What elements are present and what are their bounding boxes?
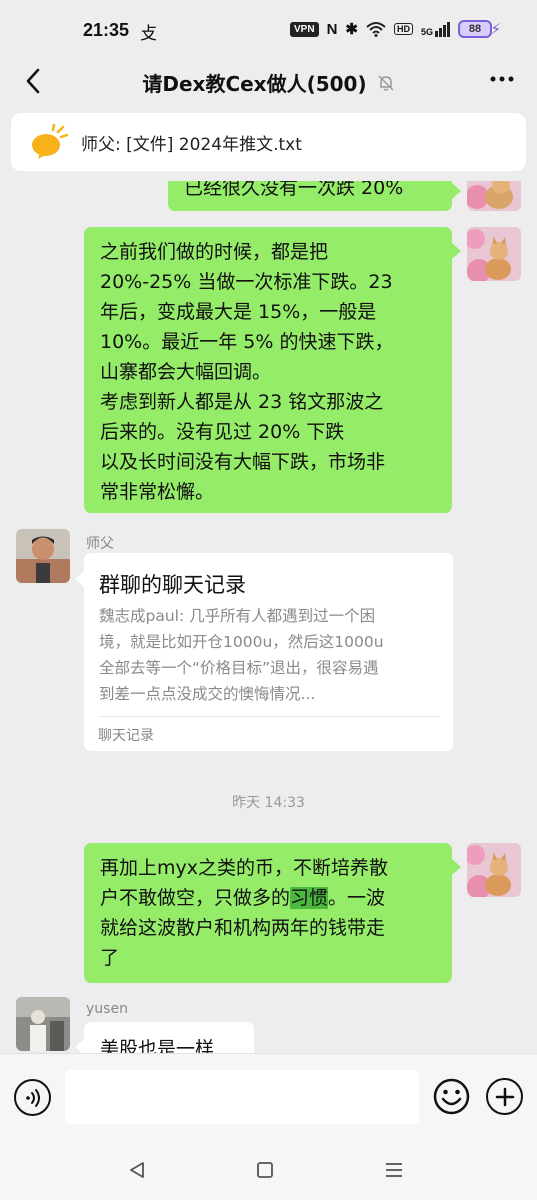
message-line: 再加上myx之类的币，不断培养散 — [100, 857, 388, 879]
bell-off-icon — [378, 74, 394, 91]
bluetooth-icon: ✱ — [345, 21, 358, 38]
message-bubble[interactable]: 之前我们做的时候，都是把 20%-25% 当做一次标准下跌。23 年后，变成最大… — [84, 227, 452, 513]
chat-record-title: 群聊的聊天记录 — [99, 573, 246, 597]
message-line: 20%-25% 当做一次标准下跌。23 — [100, 271, 393, 293]
message-line: 了 — [100, 947, 120, 969]
status-bar: 21:35 攴 VPN N ✱ HD 5G 88 ⚡ — [0, 0, 537, 60]
chat-record-preview: 魏志成paul: 几乎所有人都遇到过一个困 境，就是比如开仓1000u，然后这1… — [99, 603, 439, 707]
avatar[interactable] — [16, 529, 70, 583]
message-line: 山寨都会大幅回调。 — [100, 361, 272, 383]
menu-lines-icon — [386, 1163, 402, 1177]
chat-title-area[interactable]: 请Dex教Cex做人(500) — [0, 68, 537, 97]
chat-record-label: 聊天记录 — [98, 728, 154, 744]
divider — [98, 716, 439, 717]
home-square-icon — [257, 1162, 273, 1178]
message-line: 以及长时间没有大幅下跌，市场非 — [100, 451, 386, 473]
preview-line: 到差一点点没成交的懊悔情况... — [99, 685, 316, 703]
nav-home-button[interactable] — [252, 1157, 278, 1183]
message-bubble[interactable]: 再加上myx之类的币，不断培养散 户不敢做空，只做多的习惯。一波 就给这波散户和… — [84, 843, 452, 983]
avatar[interactable] — [467, 843, 521, 897]
more-icon — [490, 76, 514, 82]
highlighted-text[interactable]: 习惯 — [290, 887, 329, 909]
message-line: 常非常松懈。 — [100, 481, 215, 503]
message-segment: 户不敢做空，只做多的 — [100, 887, 291, 909]
hd-icon: HD — [393, 23, 413, 35]
nav-back-button[interactable] — [124, 1157, 150, 1183]
more-functions-button[interactable] — [486, 1078, 523, 1115]
message-text: 已经很久没有一次跌 20% — [184, 181, 404, 199]
message-bubble[interactable]: 美股也是一样 — [84, 1022, 254, 1053]
sender-name: 师父 — [86, 536, 114, 552]
wifi-icon — [366, 22, 386, 37]
system-nav-bar — [0, 1143, 537, 1200]
announcement-icon — [29, 122, 69, 162]
message-segment: 。一波 — [328, 887, 386, 909]
chat-title: 请Dex教Cex做人(500) — [142, 72, 367, 96]
input-bar — [0, 1053, 537, 1143]
vpn-icon: VPN — [290, 21, 319, 37]
message-line: 10%。最近一年 5% 的快速下跌， — [100, 331, 394, 353]
sender-name: yusen — [86, 1001, 128, 1017]
app-notification-icon: 攴 — [140, 24, 157, 44]
message-line: 之前我们做的时候，都是把 — [100, 241, 329, 263]
chat-area[interactable]: 已经很久没有一次跌 20% 之前我们做的时候，都是把 20%-25% 当做一次标… — [0, 181, 537, 1053]
nfc-icon: N — [326, 20, 338, 38]
message-line: 户不敢做空，只做多的习惯。一波 — [100, 883, 438, 913]
chat-header: 请Dex教Cex做人(500) — [0, 60, 537, 104]
voice-icon — [25, 1088, 40, 1107]
status-time: 21:35 — [83, 20, 130, 40]
plus-icon — [495, 1087, 514, 1106]
back-triangle-icon — [130, 1162, 144, 1178]
pinned-message[interactable]: 师父: [文件] 2024年推文.txt — [11, 113, 526, 171]
pinned-text: 师父: [文件] 2024年推文.txt — [81, 134, 302, 155]
avatar[interactable] — [16, 997, 70, 1051]
message-input[interactable] — [65, 1070, 419, 1124]
preview-line: 魏志成paul: 几乎所有人都遇到过一个困 — [99, 607, 376, 625]
more-button[interactable] — [489, 66, 515, 98]
bubble-tail — [452, 183, 461, 199]
message-line: 后来的。没有见过 20% 下跌 — [100, 421, 345, 443]
preview-line: 全部去等一个“价格目标”退出，很容易遇 — [99, 659, 379, 677]
battery-icon: 88 — [458, 20, 492, 38]
bubble-tail — [452, 243, 461, 259]
nav-recents-button[interactable] — [381, 1157, 407, 1183]
avatar[interactable] — [467, 227, 521, 281]
message-line: 就给这波散户和机构两年的钱带走 — [100, 917, 386, 939]
chat-record-card[interactable]: 群聊的聊天记录 魏志成paul: 几乎所有人都遇到过一个困 境，就是比如开仓10… — [84, 553, 453, 751]
message-line: 年后，变成最大是 15%，一般是 — [100, 301, 377, 323]
bubble-tail — [75, 1039, 84, 1053]
signal-icon: 5G — [420, 21, 450, 37]
message-line: 考虑到新人都是从 23 铭文那波之 — [100, 391, 384, 413]
message-text: 美股也是一样 — [100, 1038, 215, 1053]
avatar[interactable] — [467, 181, 521, 211]
status-icons: VPN N ✱ HD 5G 88 — [290, 20, 492, 38]
preview-line: 境，就是比如开仓1000u，然后这1000u — [99, 633, 384, 651]
emoji-button[interactable] — [433, 1078, 470, 1115]
timestamp: 昨天 14:33 — [232, 795, 305, 811]
bubble-tail — [75, 571, 84, 587]
voice-button[interactable] — [14, 1079, 51, 1116]
bubble-tail — [452, 859, 461, 875]
signal-label: 5G — [420, 26, 433, 37]
message-bubble[interactable]: 已经很久没有一次跌 20% — [168, 181, 452, 211]
charging-icon: ⚡ — [490, 20, 501, 38]
emoji-icon — [433, 1078, 470, 1115]
